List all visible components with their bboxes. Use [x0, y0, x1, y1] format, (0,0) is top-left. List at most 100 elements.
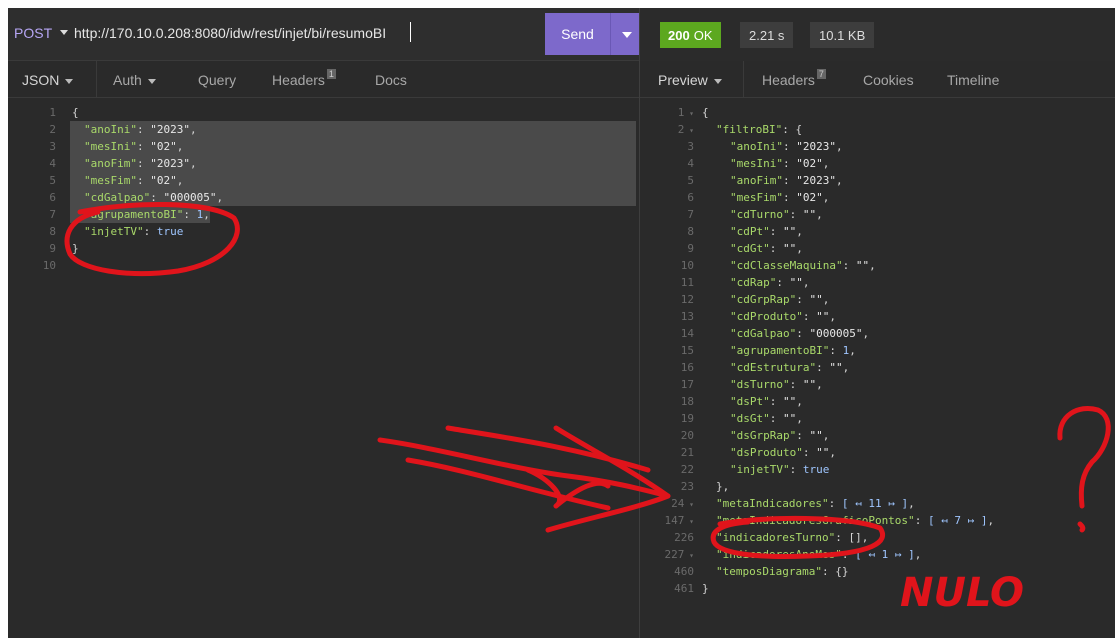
- tab-query[interactable]: Query: [198, 72, 236, 88]
- code-line: 7 "agrupamentoBI": 1,: [8, 206, 638, 223]
- tab-timeline[interactable]: Timeline: [947, 72, 999, 88]
- fold-toggle-icon[interactable]: ▾: [684, 109, 694, 118]
- tab-auth[interactable]: Auth: [113, 72, 156, 88]
- line-number: 16: [680, 361, 694, 374]
- json-key: "dsPt": [730, 395, 770, 408]
- code-text: }: [702, 580, 709, 597]
- send-button[interactable]: Send: [545, 13, 610, 55]
- code-text: "anoIni": "2023",: [730, 138, 843, 155]
- code-line: 460 "temposDiagrama": {}: [640, 563, 1115, 580]
- code-line: 16 "cdEstrutura": "",: [640, 359, 1115, 376]
- json-key: "injetTV": [730, 463, 790, 476]
- json-comma: ,: [189, 123, 197, 136]
- json-punct: {: [702, 106, 709, 119]
- json-colon: :: [769, 395, 783, 408]
- json-value: "": [783, 412, 797, 425]
- line-number: 14: [680, 327, 694, 340]
- json-value: [ ↤ 11 ↦ ]: [841, 497, 909, 510]
- method-selector[interactable]: POST: [14, 25, 52, 41]
- json-key: "mesIni": [730, 157, 783, 170]
- json-key: "injetTV": [84, 225, 144, 238]
- fold-toggle-icon[interactable]: ▾: [684, 500, 694, 509]
- line-number: 3: [687, 140, 694, 153]
- json-comma: ,: [216, 191, 224, 204]
- json-key: "dsGt": [730, 412, 770, 425]
- json-value: "02": [150, 174, 177, 187]
- request-body-editor[interactable]: 1{2 "anoIni": "2023", 3 "mesIni": "02", 4 "an…: [8, 104, 638, 274]
- code-text: "mesIni": "02",: [84, 138, 183, 155]
- response-size: 10.1 KB: [810, 22, 875, 48]
- json-colon: :: [136, 157, 151, 170]
- tab-cookies[interactable]: Cookies: [863, 72, 914, 88]
- line-number: 6: [49, 191, 56, 204]
- tab-headers[interactable]: Headers 1: [272, 69, 336, 88]
- arrow-shaft-1: [377, 437, 671, 499]
- line-number: 13: [680, 310, 694, 323]
- json-value: [ ↤ 7 ↦ ]: [927, 514, 988, 527]
- chevron-down-icon: [147, 78, 156, 84]
- json-value: {}: [835, 565, 849, 578]
- json-key: "dsProduto": [730, 446, 803, 459]
- code-text: "agrupamentoBI": 1,: [84, 206, 210, 223]
- line-number: 227 ▾: [664, 548, 694, 561]
- code-line: 8 "cdPt": "",: [640, 223, 1115, 240]
- json-comma: ,: [796, 242, 803, 255]
- tab-preview[interactable]: Preview: [658, 72, 722, 88]
- json-value: "2023": [150, 123, 190, 136]
- code-text: "cdTurno": "",: [730, 206, 823, 223]
- json-key: "agrupamentoBI": [730, 344, 830, 357]
- json-key: "anoIni": [84, 123, 137, 136]
- line-number: 18: [680, 395, 694, 408]
- code-line: 10 "cdClasseMaquina": "",: [640, 257, 1115, 274]
- code-text: "cdGalpao": "000005",: [84, 189, 223, 206]
- json-key: "cdRap": [730, 276, 777, 289]
- code-line: 17 "dsTurno": "",: [640, 376, 1115, 393]
- code-text: "cdClasseMaquina": "",: [730, 257, 876, 274]
- code-line: 13 "cdProduto": "",: [640, 308, 1115, 325]
- fold-toggle-icon[interactable]: ▾: [684, 517, 694, 526]
- json-key: "anoFim": [84, 157, 137, 170]
- json-comma: ,: [914, 548, 922, 561]
- tab-body[interactable]: JSON: [22, 72, 74, 88]
- line-number: 1 ▾: [677, 106, 694, 119]
- code-line: 4 "mesIni": "02",: [640, 155, 1115, 172]
- code-text: "dsTurno": "",: [730, 376, 823, 393]
- line-number: 226: [674, 531, 694, 544]
- code-text: "anoIni": "2023",: [84, 121, 197, 138]
- tab-divider: [743, 61, 744, 98]
- code-line: 7 "cdTurno": "",: [640, 206, 1115, 223]
- fold-toggle-icon[interactable]: ▾: [684, 126, 694, 135]
- line-number: 17: [680, 378, 694, 391]
- tab-response-headers[interactable]: Headers 7: [762, 69, 826, 88]
- line-number: 21: [680, 446, 694, 459]
- code-line: 2 ▾ "filtroBI": {: [640, 121, 1115, 138]
- fold-toggle-icon[interactable]: ▾: [684, 551, 694, 560]
- json-key: "indicadoresAnoMes": [716, 548, 842, 561]
- json-value: []: [848, 531, 862, 544]
- code-text: "cdProduto": "",: [730, 308, 836, 325]
- code-line: 24 ▾ "metaIndicadores": [ ↤ 11 ↦ ],: [640, 495, 1115, 512]
- code-line: 22 "injetTV": true: [640, 461, 1115, 478]
- json-key: "cdGalpao": [730, 327, 797, 340]
- code-text: "cdEstrutura": "",: [730, 359, 849, 376]
- json-colon: :: [796, 293, 810, 306]
- json-key: "cdEstrutura": [730, 361, 817, 374]
- json-value: "": [816, 446, 830, 459]
- line-number: 24 ▾: [671, 497, 694, 510]
- code-line: 1{: [8, 104, 638, 121]
- code-line: 6 "cdGalpao": "000005",: [8, 189, 638, 206]
- tab-docs[interactable]: Docs: [375, 72, 407, 88]
- json-value: "02": [796, 157, 823, 170]
- json-colon: :: [914, 514, 928, 527]
- json-colon: :: [782, 174, 797, 187]
- line-number: 5: [49, 174, 56, 187]
- chevron-down-icon[interactable]: [60, 30, 68, 35]
- code-text: {: [702, 104, 709, 121]
- send-options-button[interactable]: [610, 13, 640, 55]
- code-text: "injetTV": true: [84, 223, 183, 240]
- code-text: "filtroBI": {: [716, 121, 802, 138]
- url-input[interactable]: http://170.10.0.208:8080/idw/rest/injet/…: [74, 25, 386, 41]
- json-key: "anoIni": [730, 140, 783, 153]
- json-comma: ,: [816, 208, 823, 221]
- json-key: "cdTurno": [730, 208, 790, 221]
